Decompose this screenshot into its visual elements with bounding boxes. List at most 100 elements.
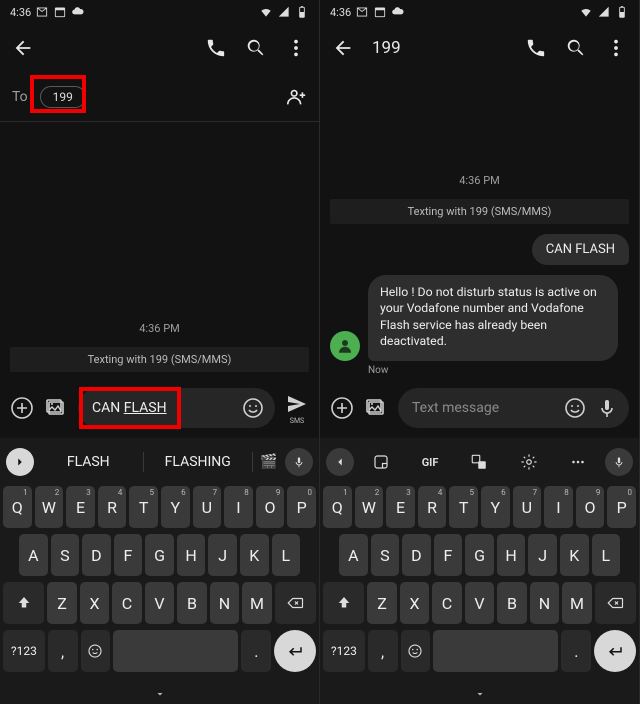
shift-key[interactable] bbox=[3, 582, 44, 624]
chevron-right-icon[interactable] bbox=[6, 448, 34, 476]
key-K[interactable]: K bbox=[240, 534, 269, 576]
suggestion[interactable]: FLASH bbox=[36, 454, 141, 470]
key-C[interactable]: C bbox=[112, 582, 141, 624]
send-button[interactable]: SMS bbox=[285, 392, 309, 425]
avatar[interactable] bbox=[330, 331, 360, 361]
key-P[interactable]: P0 bbox=[607, 486, 636, 528]
key-B[interactable]: B bbox=[177, 582, 206, 624]
key-W[interactable]: W2 bbox=[35, 486, 64, 528]
key-F[interactable]: F bbox=[114, 534, 143, 576]
shift-key[interactable] bbox=[323, 582, 364, 624]
gif-icon[interactable]: GIF bbox=[416, 448, 444, 476]
key-Y[interactable]: Y6 bbox=[481, 486, 510, 528]
key-J[interactable]: J bbox=[528, 534, 557, 576]
add-icon[interactable] bbox=[10, 396, 34, 420]
nav-bar[interactable] bbox=[320, 684, 639, 704]
call-icon[interactable] bbox=[205, 37, 227, 59]
more-icon[interactable] bbox=[605, 37, 627, 59]
comma-key[interactable]: , bbox=[368, 630, 398, 672]
suggestion[interactable]: FLASHING bbox=[146, 454, 251, 470]
key-R[interactable]: R4 bbox=[418, 486, 447, 528]
message-input[interactable]: Text message bbox=[398, 388, 629, 428]
kb-gif-icon[interactable]: 🎬 bbox=[255, 448, 283, 476]
back-icon[interactable] bbox=[332, 37, 354, 59]
outgoing-message[interactable]: CAN FLASH bbox=[532, 234, 629, 265]
recipient-chip[interactable]: 199 bbox=[40, 86, 86, 108]
key-Q[interactable]: Q1 bbox=[3, 486, 32, 528]
key-K[interactable]: K bbox=[560, 534, 589, 576]
key-L[interactable]: L bbox=[272, 534, 301, 576]
gallery-icon[interactable] bbox=[364, 396, 388, 420]
key-D[interactable]: D bbox=[402, 534, 431, 576]
backspace-key[interactable] bbox=[595, 582, 636, 624]
key-E[interactable]: E3 bbox=[386, 486, 415, 528]
key-I[interactable]: I8 bbox=[544, 486, 573, 528]
key-X[interactable]: X bbox=[400, 582, 429, 624]
sticker-icon[interactable] bbox=[367, 448, 395, 476]
key-X[interactable]: X bbox=[80, 582, 109, 624]
key-W[interactable]: W2 bbox=[355, 486, 384, 528]
emoji-key[interactable] bbox=[81, 630, 111, 672]
conversation-title[interactable]: 199 bbox=[372, 38, 401, 58]
key-N[interactable]: N bbox=[530, 582, 559, 624]
numkey[interactable]: ?123 bbox=[3, 630, 45, 672]
key-T[interactable]: T5 bbox=[449, 486, 478, 528]
enter-key[interactable] bbox=[594, 630, 636, 672]
enter-key[interactable] bbox=[274, 630, 316, 672]
key-C[interactable]: C bbox=[432, 582, 461, 624]
period-key[interactable]: . bbox=[561, 630, 591, 672]
key-H[interactable]: H bbox=[497, 534, 526, 576]
nav-bar[interactable] bbox=[0, 684, 319, 704]
translate-icon[interactable] bbox=[465, 448, 493, 476]
message-input[interactable]: CAN FLASH bbox=[78, 388, 275, 428]
key-L[interactable]: L bbox=[592, 534, 621, 576]
key-Y[interactable]: Y6 bbox=[161, 486, 190, 528]
key-U[interactable]: U7 bbox=[193, 486, 222, 528]
backspace-key[interactable] bbox=[275, 582, 316, 624]
key-M[interactable]: M bbox=[242, 582, 271, 624]
comma-key[interactable]: , bbox=[48, 630, 78, 672]
key-Z[interactable]: Z bbox=[47, 582, 76, 624]
key-V[interactable]: V bbox=[465, 582, 494, 624]
emoji-icon[interactable] bbox=[563, 396, 587, 420]
add-person-icon[interactable] bbox=[285, 86, 307, 108]
mic-icon[interactable] bbox=[285, 448, 313, 476]
search-icon[interactable] bbox=[245, 37, 267, 59]
call-icon[interactable] bbox=[525, 37, 547, 59]
search-icon[interactable] bbox=[565, 37, 587, 59]
key-O[interactable]: O9 bbox=[576, 486, 605, 528]
key-E[interactable]: E3 bbox=[66, 486, 95, 528]
key-T[interactable]: T5 bbox=[129, 486, 158, 528]
key-V[interactable]: V bbox=[145, 582, 174, 624]
key-N[interactable]: N bbox=[210, 582, 239, 624]
key-M[interactable]: M bbox=[562, 582, 591, 624]
emoji-icon[interactable] bbox=[241, 396, 265, 420]
key-F[interactable]: F bbox=[434, 534, 463, 576]
key-Q[interactable]: Q1 bbox=[323, 486, 352, 528]
space-key[interactable] bbox=[113, 630, 238, 672]
key-P[interactable]: P0 bbox=[287, 486, 316, 528]
key-H[interactable]: H bbox=[177, 534, 206, 576]
more-icon[interactable] bbox=[285, 37, 307, 59]
key-J[interactable]: J bbox=[208, 534, 237, 576]
emoji-key[interactable] bbox=[401, 630, 431, 672]
key-G[interactable]: G bbox=[145, 534, 174, 576]
back-icon[interactable] bbox=[12, 37, 34, 59]
key-I[interactable]: I8 bbox=[224, 486, 253, 528]
key-B[interactable]: B bbox=[497, 582, 526, 624]
key-U[interactable]: U7 bbox=[513, 486, 542, 528]
key-A[interactable]: A bbox=[339, 534, 368, 576]
mic-icon[interactable] bbox=[595, 396, 619, 420]
chevron-left-icon[interactable] bbox=[326, 448, 354, 476]
key-S[interactable]: S bbox=[51, 534, 80, 576]
key-R[interactable]: R4 bbox=[98, 486, 127, 528]
incoming-message[interactable]: Hello ! Do not disturb status is active … bbox=[368, 275, 618, 361]
gear-icon[interactable] bbox=[515, 448, 543, 476]
key-A[interactable]: A bbox=[19, 534, 48, 576]
key-O[interactable]: O9 bbox=[256, 486, 285, 528]
key-D[interactable]: D bbox=[82, 534, 111, 576]
numkey[interactable]: ?123 bbox=[323, 630, 365, 672]
space-key[interactable] bbox=[433, 630, 558, 672]
period-key[interactable]: . bbox=[241, 630, 271, 672]
gallery-icon[interactable] bbox=[44, 396, 68, 420]
